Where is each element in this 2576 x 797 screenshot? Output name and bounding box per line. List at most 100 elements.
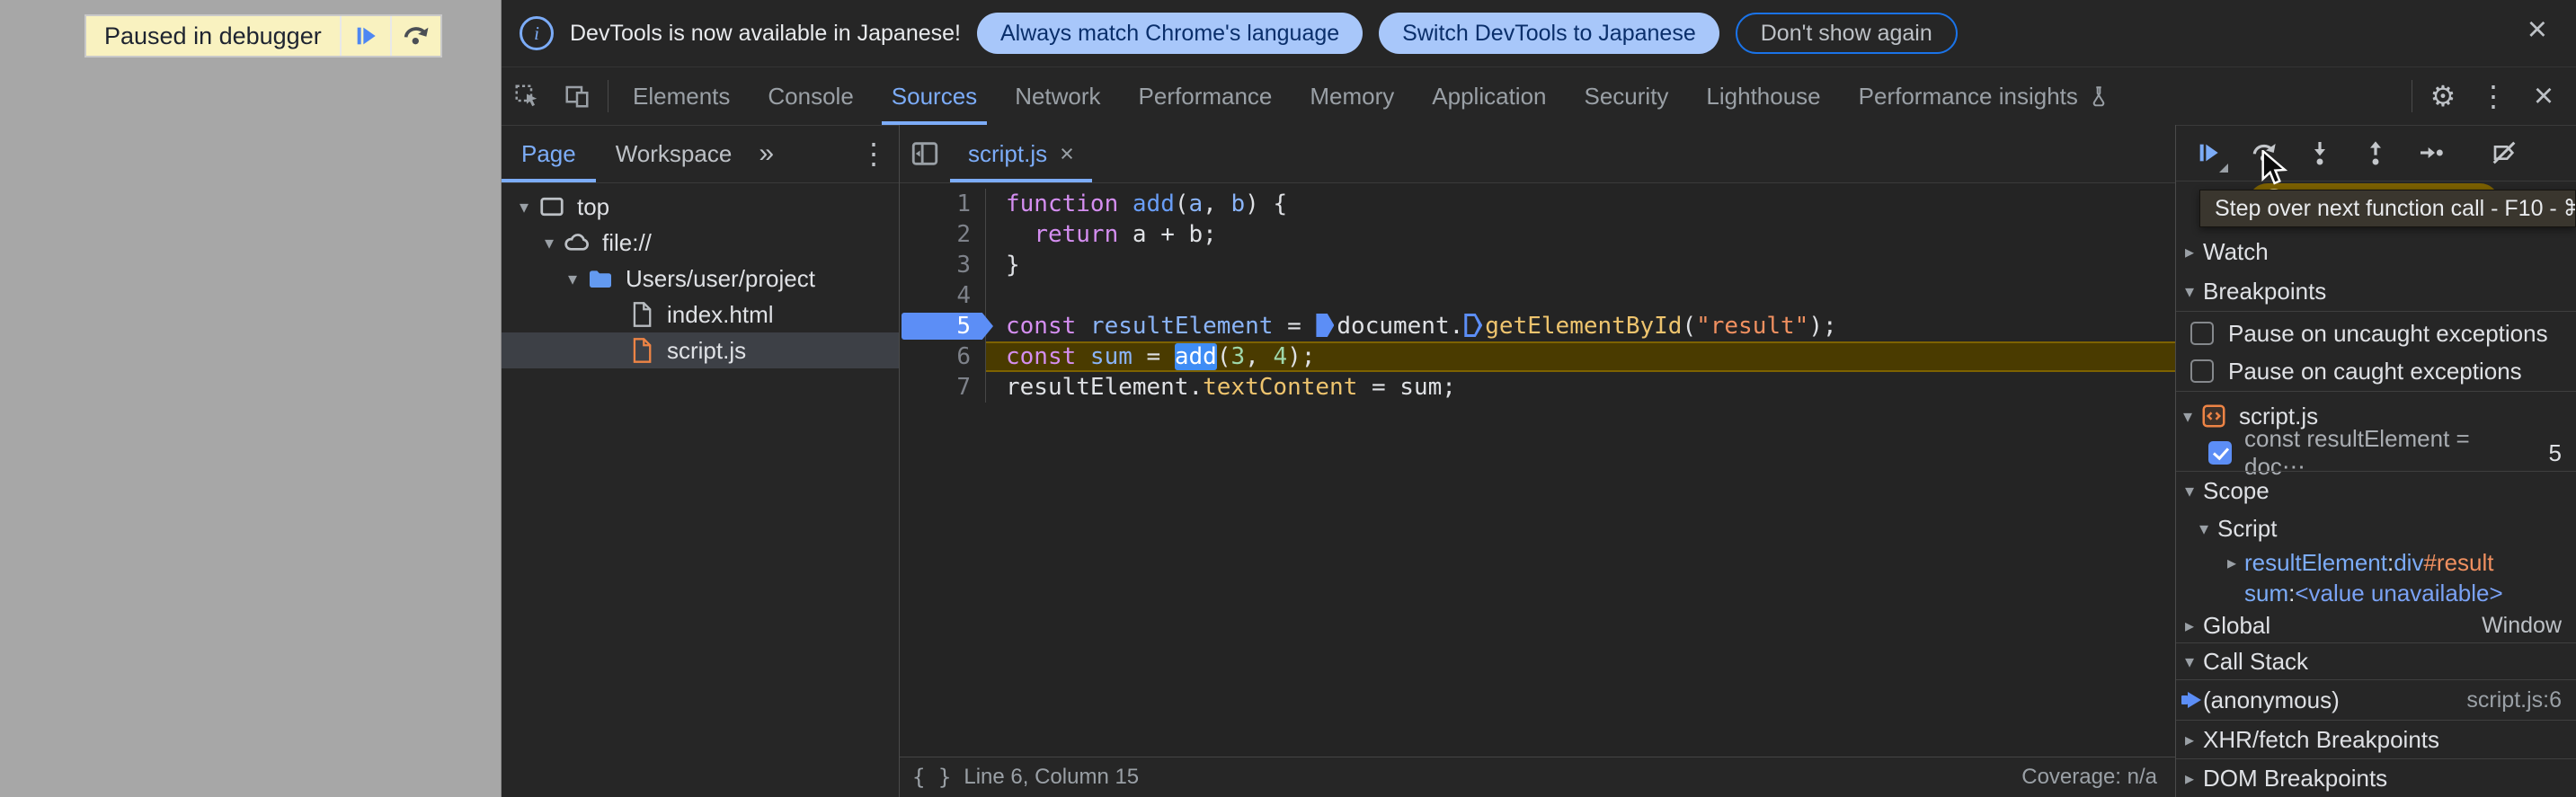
frame-location[interactable]: script.js:6	[2466, 687, 2576, 713]
tab-lighthouse[interactable]: Lighthouse	[1687, 67, 1839, 125]
toggle-navigator-button[interactable]	[900, 125, 950, 182]
code-text[interactable]	[986, 280, 2175, 311]
section-call-stack[interactable]: ▾ Call Stack	[2176, 642, 2576, 680]
code-line-4[interactable]: 4	[900, 280, 2175, 311]
code-text[interactable]: resultElement.textContent = sum;	[986, 372, 2175, 403]
file-icon	[633, 302, 652, 327]
gutter-line-7[interactable]: 7	[900, 372, 986, 403]
tab-sources[interactable]: Sources	[873, 67, 996, 125]
tab-close-icon[interactable]: ×	[1060, 140, 1074, 168]
tree-item-users-user-project[interactable]: ▾ Users/user/project	[502, 261, 899, 297]
code-line-7[interactable]: 7 resultElement.textContent = sum;	[900, 372, 2175, 403]
devtools-close-button[interactable]: ×	[2518, 67, 2569, 125]
inspect-element-button[interactable]	[502, 67, 552, 125]
deactivate-breakpoints-button[interactable]	[2479, 128, 2529, 178]
main-menu-button[interactable]: ⋮	[2468, 67, 2518, 125]
scope-var-result-element[interactable]: ▸ resultElement: div #result	[2176, 547, 2576, 578]
more-tabs-button[interactable]: »	[751, 125, 781, 182]
resume-script-button[interactable]	[339, 16, 390, 56]
infobar-close-button[interactable]: ×	[2518, 13, 2556, 47]
chevron-right-icon[interactable]: ▸	[2219, 552, 2244, 574]
tab-network[interactable]: Network	[996, 67, 1119, 125]
chevron-down-icon[interactable]: ▾	[2176, 651, 2203, 673]
code-text[interactable]: const sum = add(3, 4);	[986, 341, 2175, 372]
chevron-down-icon[interactable]: ▾	[2176, 480, 2203, 502]
code-text[interactable]: const resultElement = document. getElemen…	[986, 311, 2175, 341]
tree-item-top[interactable]: ▾ top	[502, 189, 899, 225]
chevron-down-icon[interactable]: ▾	[2190, 518, 2217, 540]
chevron-down-icon[interactable]: ▾	[2176, 405, 2199, 428]
panel-toggle-icon	[911, 142, 938, 165]
device-toolbar-button[interactable]	[552, 67, 602, 125]
code-line-2[interactable]: 2 return a + b;	[900, 219, 2175, 250]
step-into-button[interactable]	[2295, 128, 2345, 178]
chevron-right-icon[interactable]: ▸	[2176, 241, 2203, 263]
chevron-right-icon[interactable]: ▸	[2176, 615, 2203, 637]
code-text[interactable]: }	[986, 250, 2175, 280]
tab-memory[interactable]: Memory	[1291, 67, 1413, 125]
step-over-button-page[interactable]	[389, 16, 440, 56]
chevron-down-icon[interactable]: ▾	[536, 232, 563, 254]
gutter-line-2[interactable]: 2	[900, 219, 986, 250]
inline-breakpoint-marker[interactable]	[1464, 314, 1483, 337]
pause-uncaught-checkbox[interactable]	[2190, 322, 2214, 345]
source-code[interactable]: 1 function add(a, b) {2 return a + b; 3} 4 5…	[900, 183, 2175, 757]
chevron-down-icon[interactable]: ▾	[559, 268, 586, 290]
tree-item-script-js[interactable]: script.js	[502, 332, 899, 368]
navigator-menu-button[interactable]: ⋮	[848, 125, 899, 182]
code-line-3[interactable]: 3}	[900, 250, 2175, 280]
editor-tab-scriptjs[interactable]: script.js ×	[950, 125, 1092, 182]
code-text[interactable]: function add(a, b) {	[986, 189, 2175, 219]
tree-item-file[interactable]: ▾ file://	[502, 225, 899, 261]
tree-item-label: file://	[602, 228, 652, 256]
tab-performance-insights[interactable]: Performance insights	[1840, 67, 2129, 125]
code-text[interactable]: return a + b;	[986, 219, 2175, 250]
code-line-5[interactable]: 5 const resultElement = document. getEleme…	[900, 311, 2175, 341]
tab-application[interactable]: Application	[1413, 67, 1565, 125]
step-out-button[interactable]	[2350, 128, 2401, 178]
step-over-button[interactable]	[2239, 128, 2289, 178]
chevron-down-icon[interactable]: ▾	[2176, 280, 2203, 303]
navigator-tab-workspace[interactable]: Workspace	[596, 125, 752, 182]
token: 4	[1273, 343, 1288, 370]
tab-security[interactable]: Security	[1566, 67, 1688, 125]
pause-caught-checkbox[interactable]	[2190, 359, 2214, 383]
resume-button[interactable]	[2183, 128, 2234, 178]
call-stack-frame-row[interactable]: (anonymous) script.js:6	[2176, 680, 2576, 720]
switch-devtools-japanese-button[interactable]: Switch DevTools to Japanese	[1379, 13, 1719, 54]
tab-console[interactable]: Console	[749, 67, 872, 125]
section-scope[interactable]: ▾ Scope	[2176, 471, 2576, 509]
pause-caught-row[interactable]: Pause on caught exceptions	[2176, 351, 2576, 392]
gutter-line-3[interactable]: 3	[900, 250, 986, 280]
gutter-line-5[interactable]: 5	[900, 311, 993, 341]
pause-uncaught-row[interactable]: Pause on uncaught exceptions	[2176, 315, 2576, 351]
step-button[interactable]	[2406, 128, 2456, 178]
section-dom-breakpoints[interactable]: ▸ DOM Breakpoints	[2176, 758, 2576, 797]
pretty-print-button[interactable]: { }	[900, 765, 964, 790]
scope-var-sum[interactable]: sum: <value unavailable>	[2176, 578, 2576, 608]
chevron-down-icon[interactable]: ▾	[511, 196, 537, 218]
code-line-1[interactable]: 1 function add(a, b) {	[900, 189, 2175, 219]
chevron-right-icon[interactable]: ▸	[2176, 729, 2203, 751]
section-breakpoints[interactable]: ▾ Breakpoints	[2176, 271, 2576, 312]
chevron-right-icon[interactable]: ▸	[2176, 767, 2203, 790]
token: );	[1287, 343, 1316, 370]
gutter-line-1[interactable]: 1	[900, 189, 986, 219]
breakpoint-checkbox[interactable]	[2208, 441, 2232, 465]
code-line-6[interactable]: 6 const sum = add(3, 4);	[900, 341, 2175, 372]
dont-show-again-button[interactable]: Don't show again	[1735, 13, 1958, 54]
tab-performance[interactable]: Performance	[1120, 67, 1292, 125]
section-xhr-breakpoints[interactable]: ▸ XHR/fetch Breakpoints	[2176, 720, 2576, 758]
scope-global-row[interactable]: ▸ Global Window	[2176, 608, 2576, 642]
navigator-tab-page[interactable]: Page	[502, 125, 596, 182]
section-watch[interactable]: ▸ Watch	[2176, 232, 2576, 271]
gutter-line-6[interactable]: 6	[900, 341, 986, 372]
tree-item-index-html[interactable]: index.html	[502, 297, 899, 332]
settings-button[interactable]: ⚙	[2418, 67, 2468, 125]
always-match-language-button[interactable]: Always match Chrome's language	[976, 13, 1364, 54]
gutter-line-4[interactable]: 4	[900, 280, 986, 311]
scope-script-row[interactable]: ▾ Script	[2176, 509, 2576, 547]
inline-breakpoint-marker[interactable]	[1316, 314, 1335, 337]
breakpoint-entry-row[interactable]: const resultElement = doc⋯ 5	[2176, 425, 2576, 480]
tab-elements[interactable]: Elements	[614, 67, 749, 125]
